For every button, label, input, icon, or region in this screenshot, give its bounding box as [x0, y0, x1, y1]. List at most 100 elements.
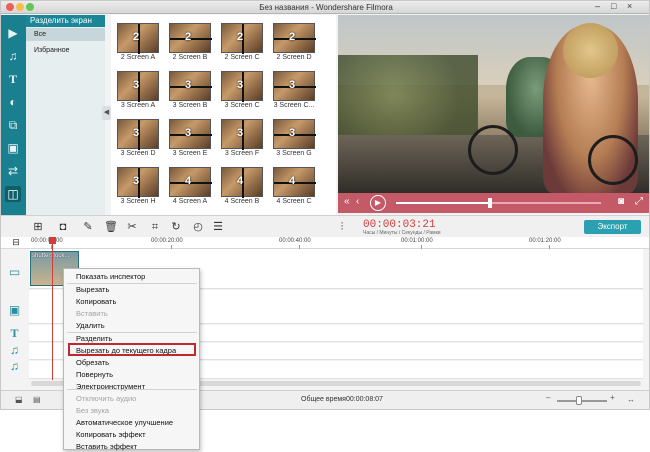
context-menu-item[interactable]: Копировать — [76, 297, 116, 306]
library-item[interactable]: 3 3 Screen C... — [271, 71, 316, 111]
camera-icon[interactable]: ◙ — [618, 196, 624, 207]
screen-count-badge: 3 — [185, 79, 192, 91]
context-menu-item[interactable]: Копировать эффект — [76, 430, 146, 439]
delete-icon[interactable]: 🗑 — [104, 220, 118, 234]
thumbnail: 3 — [117, 167, 159, 198]
library-item[interactable]: 2 2 Screen C — [219, 23, 264, 63]
speed-icon[interactable]: ◴ — [191, 220, 205, 234]
expand-icon[interactable]: ↔ — [627, 395, 635, 404]
screen-count-badge: 3 — [289, 79, 296, 91]
play-button[interactable]: ▶ — [370, 195, 386, 211]
timeline-ruler[interactable]: ⊟ 00:00:00:00 00:00:20:00 00:00:40:00 00:01… — [1, 235, 649, 249]
screen-count-badge: 4 — [185, 175, 192, 187]
collapse-panel-button[interactable]: ◀ — [102, 106, 111, 120]
text-track-icon: T — [10, 326, 19, 340]
filter-icon[interactable]: ◐ — [5, 94, 21, 110]
track-manage-icon[interactable]: ▤ — [33, 395, 41, 404]
thumbnail: 2 — [169, 23, 212, 53]
minimize-icon[interactable]: – — [595, 1, 600, 11]
snap-icon[interactable]: ⊟ — [9, 235, 23, 249]
music-icon[interactable]: ♫ — [5, 48, 21, 64]
context-menu-item[interactable]: Показать инспектор — [76, 272, 145, 281]
context-menu-item[interactable]: Вырезать — [76, 285, 109, 294]
library-item-label: 2 Screen C — [224, 54, 260, 61]
library-item[interactable]: 3 3 Screen B — [167, 71, 212, 111]
library-item-label: 2 Screen D — [276, 54, 312, 61]
screen-count-badge: 4 — [237, 175, 244, 187]
library-item[interactable]: 2 2 Screen A — [115, 23, 160, 63]
restore-icon[interactable]: □ — [611, 1, 616, 11]
context-menu-item[interactable]: Повернуть — [76, 370, 113, 379]
library-item-label: 4 Screen A — [172, 198, 208, 205]
library-item-label: 3 Screen D — [120, 150, 156, 157]
split-screen-icon[interactable]: ◫ — [5, 186, 21, 202]
library-item[interactable]: 3 3 Screen F — [219, 119, 264, 159]
library-item-label: 3 Screen A — [120, 102, 156, 109]
thumbnail: 4 — [169, 167, 212, 197]
audio-mixer-icon[interactable]: ⫶ — [335, 220, 349, 234]
library-item[interactable]: 3 3 Screen C — [219, 71, 264, 111]
seek-handle[interactable] — [488, 198, 493, 208]
rotate-icon[interactable]: ↻ — [169, 220, 183, 234]
step-back-icon[interactable]: ‹ — [356, 196, 359, 207]
context-menu-item[interactable]: Автоматическое улучшение — [76, 418, 173, 427]
category-header: Разделить экран — [26, 15, 105, 27]
context-menu-item[interactable]: Вставить эффект — [76, 442, 137, 451]
thumbnail: 4 — [273, 167, 316, 197]
overlay-icon[interactable]: ⧉ — [5, 117, 21, 133]
category-all[interactable]: Все — [26, 28, 105, 41]
zoom-fit-icon[interactable]: ⬓ — [15, 395, 23, 404]
scissors-icon[interactable]: ✂ — [125, 220, 139, 234]
screen-count-badge: 3 — [289, 127, 296, 139]
zoom-out-icon[interactable]: – — [546, 393, 550, 402]
library-item[interactable]: 3 3 Screen H — [115, 167, 160, 207]
library-item[interactable]: 2 2 Screen B — [167, 23, 212, 63]
library-item[interactable]: 3 3 Screen A — [115, 71, 160, 111]
playhead-handle[interactable] — [49, 237, 56, 244]
preview-seekbar[interactable] — [396, 202, 601, 204]
library-item-label: 3 Screen G — [276, 150, 312, 157]
library-item[interactable]: 2 2 Screen D — [271, 23, 316, 63]
rewind-icon[interactable]: « — [344, 196, 350, 207]
close-icon[interactable]: × — [627, 1, 632, 11]
zoom-in-icon[interactable]: + — [610, 393, 615, 402]
clip-label: shutterstock... — [32, 253, 70, 259]
fullscreen-icon[interactable]: ⤢ — [635, 196, 643, 207]
library-item[interactable]: 4 4 Screen A — [167, 167, 212, 207]
library-item[interactable]: 3 3 Screen G — [271, 119, 316, 159]
context-menu-item[interactable]: Удалить — [76, 321, 105, 330]
ruler-label: 00:00:40:00 — [279, 238, 311, 244]
module-icon-bar: ▶ ♫ T ◐ ⧉ ▣ ⇄ ◫ — [1, 15, 26, 215]
menu-separator — [67, 283, 197, 284]
add-track-icon[interactable]: ⊞ — [31, 220, 45, 234]
element-icon[interactable]: ▣ — [5, 140, 21, 156]
context-menu-item[interactable]: Разделить — [76, 334, 112, 343]
library-item-label: 3 Screen F — [224, 150, 260, 157]
zoom-handle[interactable] — [576, 396, 582, 405]
record-icon[interactable]: ◘ — [56, 220, 70, 234]
library-item[interactable]: 4 4 Screen C — [271, 167, 316, 207]
library-item-label: 4 Screen C — [276, 198, 312, 205]
media-icon[interactable]: ▶ — [5, 25, 21, 41]
library-item[interactable]: 3 3 Screen D — [115, 119, 160, 159]
export-button[interactable]: Экспорт — [584, 220, 641, 234]
video-preview — [338, 15, 649, 193]
library-item[interactable]: 3 3 Screen E — [167, 119, 212, 159]
video-track-icon: ▭ — [8, 265, 21, 279]
title-bar: Без названия - Wondershare Filmora – □ × — [1, 1, 649, 14]
library-item-label: 2 Screen B — [172, 54, 208, 61]
zoom-slider[interactable] — [557, 400, 607, 402]
transition-icon[interactable]: ⇄ — [5, 163, 21, 179]
pen-icon[interactable]: ✎ — [81, 220, 95, 234]
ruler-label: 00:00:20:00 — [151, 238, 183, 244]
timecode-units: Часы / Минуты / Секунды / Рамки — [363, 230, 441, 236]
library-item[interactable]: 4 4 Screen B — [219, 167, 264, 207]
crop-icon[interactable]: ⌗ — [148, 220, 162, 234]
menu-separator — [67, 332, 197, 333]
category-favorites[interactable]: Избранное — [26, 44, 105, 57]
text-icon[interactable]: T — [5, 71, 21, 87]
screen-count-badge: 3 — [133, 175, 140, 187]
screen-count-badge: 4 — [289, 175, 296, 187]
context-menu-item[interactable]: Обрезать — [76, 358, 109, 367]
menu-icon[interactable]: ☰ — [211, 220, 225, 234]
